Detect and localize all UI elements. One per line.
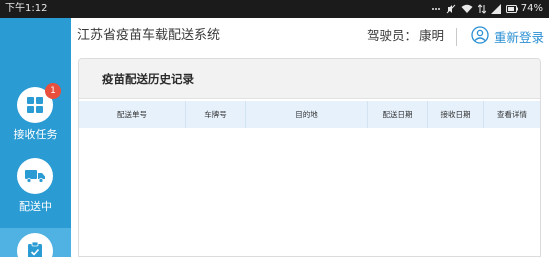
notification-badge: 1 [45, 83, 61, 99]
driver-name: 康明 [419, 28, 445, 43]
sidebar-item-delivering[interactable]: 配送中 [0, 158, 71, 220]
sidebar-item-label: 配送中 [19, 200, 52, 213]
more-dots-icon [431, 4, 441, 14]
relogin-label: 重新登录 [494, 29, 545, 45]
mute-icon [446, 4, 456, 14]
history-panel: 疫苗配送历史记录 配送单号 车牌号 目的地 配送日期 接收日期 查看详情 [78, 58, 541, 257]
driver-info: 驾驶员： 康明 [367, 27, 444, 45]
battery-percent: 74% [520, 3, 543, 14]
sidebar: 1 接收任务 配送中 [0, 18, 71, 257]
panel-title-bar: 疫苗配送历史记录 [79, 59, 540, 99]
column-header-destination: 目的地 [246, 101, 368, 128]
sidebar-item-history[interactable] [0, 228, 71, 257]
header: 江苏省疫苗车载配送系统 驾驶员： 康明 重新登录 [71, 18, 549, 54]
panel-title: 疫苗配送历史记录 [102, 72, 194, 86]
column-header-delivery-date: 配送日期 [368, 101, 428, 128]
sidebar-item-label: 接收任务 [13, 128, 58, 141]
battery-icon [505, 5, 518, 13]
relogin-button[interactable]: 重新登录 [471, 24, 544, 48]
sidebar-item-receive-task[interactable]: 1 接收任务 [0, 83, 71, 153]
status-time: 下午1:12 [5, 3, 48, 14]
column-header-details: 查看详情 [497, 110, 527, 119]
column-header-order-no: 配送单号 [79, 101, 186, 128]
status-icons: 74% [431, 2, 543, 16]
column-header-receive-date: 接收日期 [428, 101, 484, 128]
user-circle-icon [471, 25, 489, 47]
app-title: 江苏省疫苗车载配送系统 [77, 28, 221, 43]
table-header: 配送单号 车牌号 目的地 配送日期 接收日期 查看详情 [79, 101, 540, 128]
wifi-icon [461, 4, 473, 14]
battery-indicator: 74% [505, 2, 543, 16]
driver-label: 驾驶员： [367, 28, 418, 43]
header-divider [456, 28, 457, 46]
clipboard-check-icon [17, 233, 53, 257]
main-area: 疫苗配送历史记录 配送单号 车牌号 目的地 配送日期 接收日期 查看详情 [71, 54, 549, 257]
table-body [79, 128, 540, 256]
data-arrows-icon [477, 4, 486, 14]
status-bar: 下午1:12 74% [0, 0, 549, 18]
signal-icon [490, 4, 501, 14]
column-header-plate-no: 车牌号 [186, 101, 246, 128]
truck-icon [17, 158, 53, 194]
